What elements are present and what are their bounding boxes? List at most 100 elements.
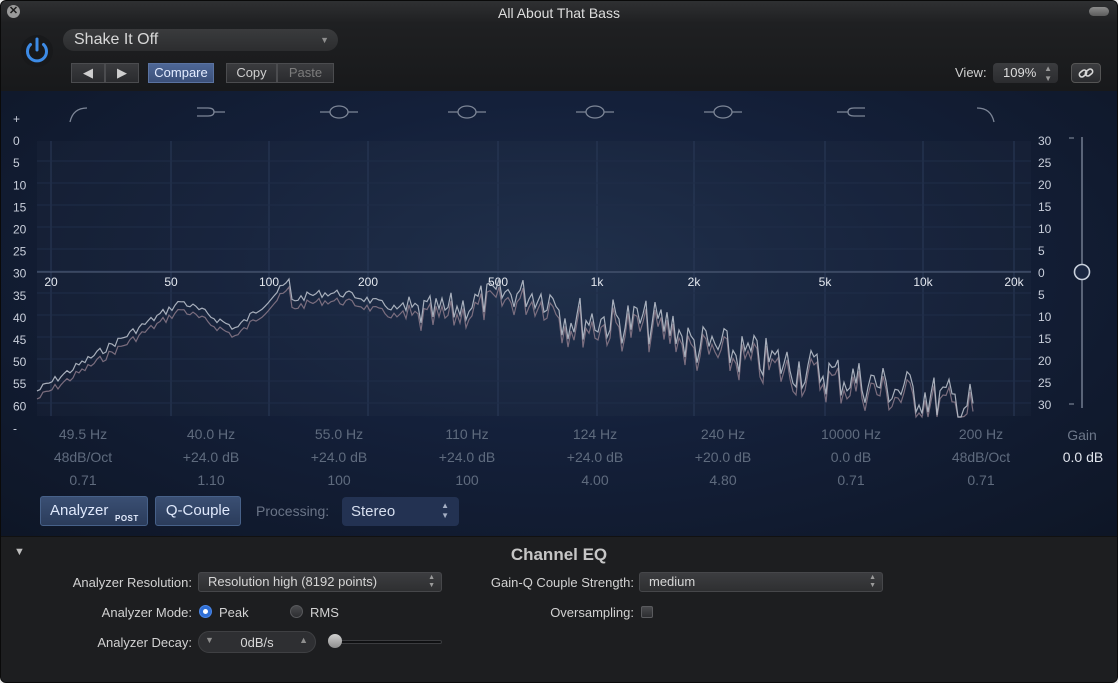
right-axis-tick-label: 20 <box>1038 178 1052 192</box>
left-axis-tick-label: 25 <box>13 245 27 259</box>
band-q-value[interactable]: 100 <box>327 472 351 488</box>
right-axis-tick-label: 25 <box>1038 376 1052 390</box>
analyzer-resolution-value: Resolution high (8192 points) <box>208 574 378 589</box>
stepper-arrows-icon: ▲ ▼ <box>428 574 435 589</box>
copy-button[interactable]: Copy <box>226 63 277 83</box>
right-axis-tick-label: 30 <box>1038 134 1052 148</box>
post-badge[interactable]: POST <box>115 505 139 533</box>
analyzer-decay-label: Analyzer Decay: <box>97 635 192 650</box>
band-q-value[interactable]: 0.71 <box>967 472 994 488</box>
band-q-value[interactable]: 4.80 <box>709 472 736 488</box>
left-axis-tick-label: 60 <box>13 399 27 413</box>
analyzer-decay-field[interactable]: ▼ 0dB/s ▲ <box>198 631 316 653</box>
eq-display[interactable]: +0 5 10 15 20 25 30 35 40 45 50 55 60-30 25 20 15 10 5 0 5 1… <box>1 91 1117 536</box>
peak-radio-label[interactable]: Peak <box>219 605 249 620</box>
stepper-arrows-icon: ▲ ▼ <box>869 574 876 589</box>
gain-slider-knob[interactable] <box>1073 263 1091 281</box>
processing-select[interactable]: Stereo ▲ ▼ <box>342 497 459 526</box>
band-gain-value[interactable]: +24.0 dB <box>183 449 239 465</box>
low-shelf-icon[interactable] <box>197 107 225 117</box>
right-axis-tick-label: 15 <box>1038 332 1052 346</box>
gain-label: Gain <box>1067 427 1097 443</box>
rms-radio-label[interactable]: RMS <box>310 605 339 620</box>
band-gain-value[interactable]: +20.0 dB <box>695 449 751 465</box>
eq-graph[interactable]: +051015202530354045505560-30252015105051… <box>1 91 1117 536</box>
left-axis-tick-label: 20 <box>13 223 27 237</box>
q-couple-button[interactable]: Q-Couple <box>155 496 241 526</box>
compare-button[interactable]: Compare <box>148 63 214 83</box>
right-axis-tick-label: 25 <box>1038 156 1052 170</box>
bell-icon[interactable] <box>576 105 614 119</box>
bell-icon[interactable] <box>320 105 358 119</box>
band-freq-value[interactable]: 110 Hz <box>445 426 488 442</box>
low-cut-icon[interactable] <box>69 107 88 123</box>
high-cut-icon[interactable] <box>976 107 995 123</box>
band-gain-value[interactable]: 48dB/Oct <box>54 449 112 465</box>
left-axis-tick-label: 0 <box>13 134 20 148</box>
band-q-value[interactable]: 100 <box>455 472 479 488</box>
left-axis-tick-label: + <box>13 112 20 126</box>
power-icon[interactable] <box>19 33 55 69</box>
band-gain-value[interactable]: +24.0 dB <box>311 449 367 465</box>
frequency-tick-label: 10k <box>913 275 933 289</box>
right-axis-tick-label: 10 <box>1038 310 1052 324</box>
gain-q-couple-strength-label: Gain-Q Couple Strength: <box>490 575 634 590</box>
window-zoom-button[interactable] <box>1089 7 1109 16</box>
gain-q-couple-strength-select[interactable]: medium ▲ ▼ <box>639 572 883 592</box>
band-q-value[interactable]: 1.10 <box>197 472 224 488</box>
next-preset-button[interactable]: ▶ <box>105 63 139 83</box>
frequency-tick-label: 20 <box>44 275 58 289</box>
band-q-value[interactable]: 4.00 <box>581 472 608 488</box>
view-zoom-stepper[interactable]: 109% ▲ ▼ <box>993 63 1058 83</box>
analyzer-resolution-select[interactable]: Resolution high (8192 points) ▲ ▼ <box>198 572 442 592</box>
bell-icon[interactable] <box>448 105 486 119</box>
band-freq-value[interactable]: 200 Hz <box>959 426 1003 442</box>
band-freq-value[interactable]: 124 Hz <box>573 426 617 442</box>
processing-label: Processing: <box>256 503 330 519</box>
band-shape-stroke <box>585 105 605 119</box>
analyzer-label: Analyzer <box>50 502 109 519</box>
band-gain-value[interactable]: +24.0 dB <box>567 449 623 465</box>
gain-value[interactable]: 0.0 dB <box>1053 449 1113 465</box>
bell-icon[interactable] <box>704 105 742 119</box>
band-freq-value[interactable]: 40.0 Hz <box>187 426 235 442</box>
band-shape-stroke <box>457 105 477 119</box>
increment-icon[interactable]: ▲ <box>299 635 308 645</box>
analyzer-decay-slider[interactable] <box>331 640 442 644</box>
preset-name: Shake It Off <box>74 31 159 48</box>
rms-radio[interactable] <box>290 605 303 618</box>
frequency-tick-label: 50 <box>164 275 178 289</box>
band-freq-value[interactable]: 240 Hz <box>701 426 745 442</box>
stepper-arrows-icon: ▲ ▼ <box>1044 64 1052 83</box>
band-gain-value[interactable]: +24.0 dB <box>439 449 495 465</box>
right-axis-tick-label: 30 <box>1038 398 1052 412</box>
band-shape-stroke <box>976 107 995 123</box>
band-freq-value[interactable]: 10000 Hz <box>821 426 881 442</box>
left-axis-tick-label: 40 <box>13 311 27 325</box>
right-axis-tick-label: 15 <box>1038 200 1052 214</box>
plugin-window: ✕ All About That Bass Shake It Off ▼ ◀ ▶… <box>0 0 1118 683</box>
band-q-value[interactable]: 0.71 <box>69 472 96 488</box>
paste-button[interactable]: Paste <box>277 63 334 83</box>
band-gain-value[interactable]: 48dB/Oct <box>952 449 1010 465</box>
band-gain-value[interactable]: 0.0 dB <box>831 449 871 465</box>
high-shelf-icon[interactable] <box>837 107 865 117</box>
oversampling-checkbox[interactable] <box>641 606 653 618</box>
band-q-value[interactable]: 0.71 <box>837 472 864 488</box>
analyzer-button[interactable]: Analyzer POST <box>40 496 148 526</box>
peak-radio[interactable] <box>199 605 212 618</box>
gain-q-couple-strength-value: medium <box>649 574 696 589</box>
frequency-tick-label: 100 <box>259 275 279 289</box>
right-axis-tick-label: 20 <box>1038 354 1052 368</box>
oversampling-label: Oversampling: <box>550 605 634 620</box>
left-axis-tick-label: 50 <box>13 355 27 369</box>
preset-menu[interactable]: Shake It Off ▼ <box>63 29 338 51</box>
band-freq-value[interactable]: 49.5 Hz <box>59 426 107 442</box>
analyzer-decay-slider-knob[interactable] <box>328 634 342 648</box>
previous-preset-button[interactable]: ◀ <box>71 63 105 83</box>
left-axis-tick-label: - <box>13 421 17 435</box>
analyzer-mode-label: Analyzer Mode: <box>101 605 192 620</box>
band-freq-value[interactable]: 55.0 Hz <box>315 426 363 442</box>
link-button[interactable] <box>1071 63 1101 83</box>
frequency-tick-label: 200 <box>358 275 378 289</box>
